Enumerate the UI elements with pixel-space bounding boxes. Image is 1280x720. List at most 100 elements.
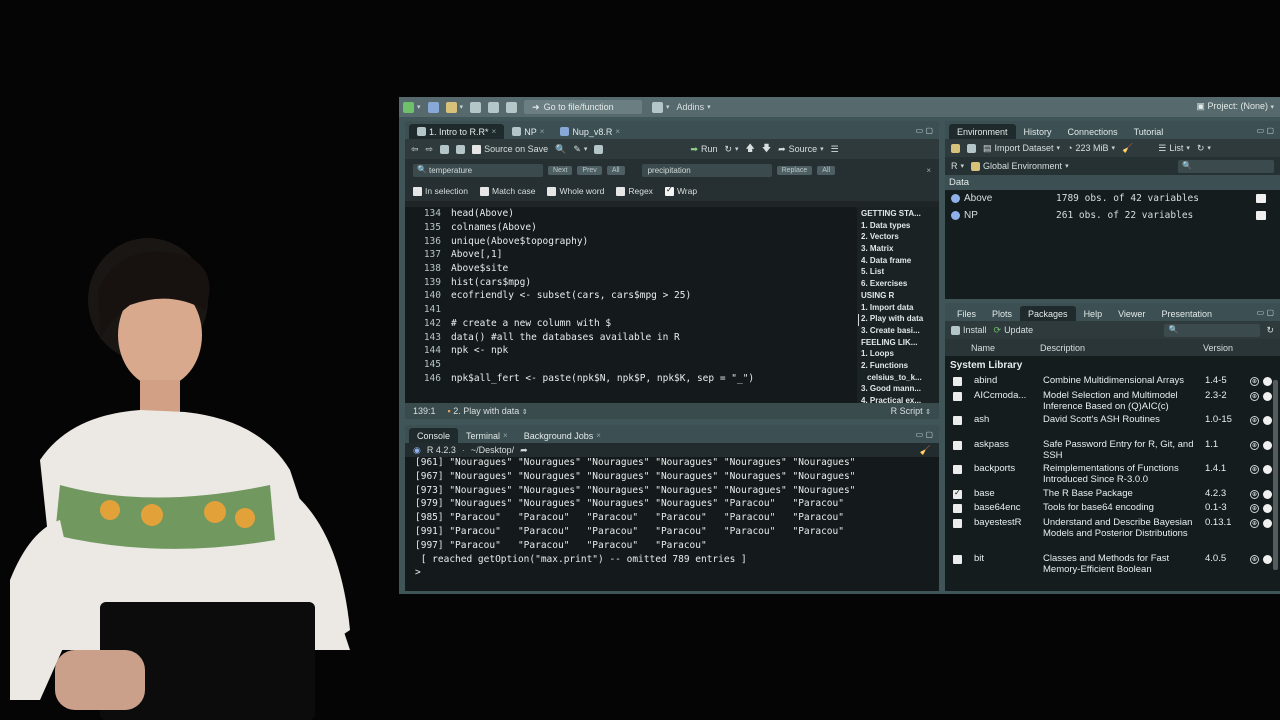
code-line[interactable]: 138 Above$site	[405, 262, 857, 276]
close-icon[interactable]: ×	[596, 431, 601, 440]
console-output[interactable]: [961] "Nouragues" "Nouragues" "Nouragues…	[405, 457, 939, 581]
col-description[interactable]: Description	[1040, 343, 1085, 353]
code-line[interactable]: 139 hist(cars$mpg)	[405, 275, 857, 289]
outline-item[interactable]: 1. Loops	[861, 349, 939, 361]
view-mode-menu[interactable]: ☰ List ▾	[1158, 143, 1190, 154]
package-name[interactable]: bayestestR	[974, 517, 1022, 528]
pane-minimize-maximize[interactable]: ▭ ▢	[916, 126, 933, 135]
remove-package-icon[interactable]	[1263, 518, 1272, 528]
environment-row[interactable]: Above 1789 obs. of 42 variables	[945, 190, 1280, 207]
import-dataset-button[interactable]: ▤ Import Dataset ▾	[983, 143, 1060, 154]
tab-plots[interactable]: Plots	[984, 306, 1020, 321]
code-line[interactable]: 145	[405, 358, 857, 372]
close-find-icon[interactable]: ×	[926, 166, 931, 175]
packages-search-input[interactable]: 🔍	[1164, 323, 1261, 337]
package-name[interactable]: base64enc	[974, 502, 1020, 513]
web-icon[interactable]: ⊕	[1250, 391, 1259, 401]
code-line[interactable]: 142 # create a new column with $	[405, 317, 857, 331]
compile-report-button[interactable]	[594, 144, 604, 154]
close-icon[interactable]: ×	[540, 127, 545, 136]
tab-environment[interactable]: Environment	[949, 124, 1016, 139]
update-button[interactable]: ⟳ Update	[994, 325, 1034, 336]
replace-all-button[interactable]: All	[817, 165, 836, 175]
tab-np[interactable]: NP ×	[504, 124, 552, 139]
open-file-button[interactable]: ▾	[445, 101, 463, 113]
load-package-checkbox[interactable]	[953, 504, 962, 513]
outline-item[interactable]: 1. Import data	[861, 303, 939, 315]
match-case-checkbox[interactable]: Match case	[480, 186, 535, 196]
remove-package-icon[interactable]	[1263, 377, 1272, 386]
outline-item[interactable]: 4. Data frame	[861, 256, 939, 268]
package-name[interactable]: askpass	[974, 439, 1009, 450]
remove-package-icon[interactable]	[1263, 440, 1272, 450]
pane-layout-button[interactable]: ▾	[652, 101, 670, 113]
close-icon[interactable]: ×	[615, 127, 620, 136]
tab-packages[interactable]: Packages	[1020, 306, 1076, 321]
tab-files[interactable]: Files	[949, 306, 984, 321]
rerun-button[interactable]: ↻ ▾	[724, 144, 738, 155]
load-package-checkbox[interactable]	[953, 416, 962, 425]
code-line[interactable]: 146 npk$all_fert <- paste(npk$N, npk$P, n…	[405, 371, 857, 385]
remove-package-icon[interactable]	[1263, 489, 1272, 499]
code-line[interactable]: 137 Above[,1]	[405, 248, 857, 262]
regex-checkbox[interactable]: Regex	[616, 186, 653, 196]
language-menu[interactable]: R ▾	[951, 161, 964, 171]
expand-icon[interactable]	[951, 211, 960, 220]
web-icon[interactable]: ⊕	[1250, 554, 1259, 564]
outline-item[interactable]: 3. Good mann...	[861, 384, 939, 396]
code-tools-button[interactable]: ✎ ▾	[573, 144, 587, 155]
save-file-button[interactable]	[456, 144, 466, 154]
outline-item[interactable]: 3. Create basi...	[861, 326, 939, 338]
outline-item[interactable]: 4. Practical ex...	[861, 396, 939, 403]
tab-tutorial[interactable]: Tutorial	[1126, 124, 1172, 139]
web-icon[interactable]: ⊕	[1250, 518, 1259, 528]
load-package-checkbox[interactable]	[953, 488, 962, 499]
clear-workspace-button[interactable]: 🧹	[1122, 143, 1133, 154]
outline-item[interactable]: 5. List	[861, 267, 939, 279]
code-editor[interactable]: 134 head(Above) 135 colnames(Above) 136 uniqu…	[405, 207, 857, 403]
pane-minimize-maximize[interactable]: ▭ ▢	[916, 430, 933, 439]
web-icon[interactable]: ⊕	[1250, 416, 1259, 425]
pane-minimize-maximize[interactable]: ▭ ▢	[1257, 308, 1274, 317]
col-version[interactable]: Version	[1203, 343, 1233, 353]
load-package-checkbox[interactable]	[953, 554, 962, 564]
load-package-checkbox[interactable]	[953, 377, 962, 386]
scope-menu[interactable]: Global Environment ▾	[971, 161, 1069, 171]
view-table-icon[interactable]	[1256, 194, 1266, 203]
tab-intro-to-r[interactable]: 1. Intro to R.R* ×	[409, 124, 505, 139]
package-name[interactable]: abind	[974, 375, 997, 386]
save-all-button[interactable]	[488, 101, 500, 113]
remove-package-icon[interactable]	[1263, 416, 1272, 425]
tab-viewer[interactable]: Viewer	[1110, 306, 1153, 321]
code-line[interactable]: 136 unique(Above$topography)	[405, 234, 857, 248]
source-on-save-checkbox[interactable]: Source on Save	[472, 144, 548, 154]
view-table-icon[interactable]	[1256, 211, 1266, 220]
find-prev-button[interactable]: Prev	[577, 165, 602, 175]
outline-button[interactable]: ☰	[831, 144, 839, 155]
addins-menu[interactable]: Addins ▾	[677, 102, 711, 112]
install-button[interactable]: Install	[951, 325, 987, 335]
close-icon[interactable]: ×	[503, 431, 508, 440]
web-icon[interactable]: ⊕	[1250, 504, 1259, 513]
web-icon[interactable]: ⊕	[1250, 465, 1259, 474]
save-button[interactable]	[470, 101, 482, 113]
expand-icon[interactable]	[951, 194, 960, 203]
outline-item[interactable]: 6. Exercises	[861, 279, 939, 291]
project-menu[interactable]: ▣ Project: (None) ▾	[1196, 101, 1274, 112]
pane-minimize-maximize[interactable]: ▭ ▢	[1257, 126, 1274, 135]
new-file-button[interactable]: ▾	[403, 101, 421, 113]
load-package-checkbox[interactable]	[953, 391, 962, 401]
remove-package-icon[interactable]	[1263, 504, 1272, 513]
tab-help[interactable]: Help	[1076, 306, 1111, 321]
filetype-menu[interactable]: R Script ⇕	[891, 406, 931, 416]
web-icon[interactable]: ⊕	[1250, 489, 1259, 499]
tab-terminal[interactable]: Terminal ×	[458, 428, 516, 443]
section-jump[interactable]: ▪ 2. Play with data ⇕	[448, 406, 528, 416]
remove-package-icon[interactable]	[1263, 554, 1272, 564]
refresh-icon[interactable]: ↻	[1266, 325, 1274, 336]
outline-item[interactable]: 1. Data types	[861, 221, 939, 233]
back-button[interactable]: ⇦	[411, 144, 419, 155]
load-package-checkbox[interactable]	[953, 440, 962, 450]
source-button[interactable]: ➦ Source ▾	[778, 144, 824, 155]
tab-history[interactable]: History	[1016, 124, 1060, 139]
